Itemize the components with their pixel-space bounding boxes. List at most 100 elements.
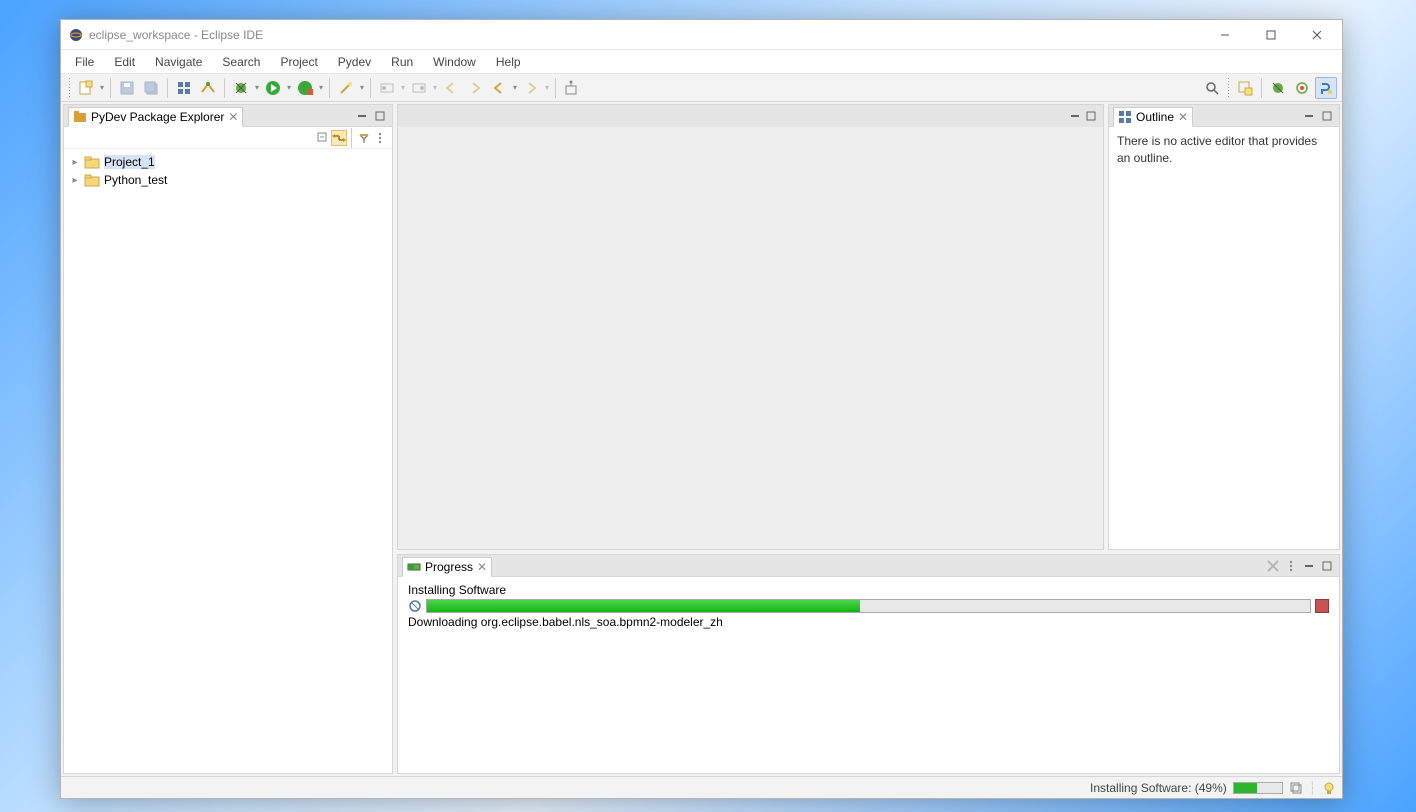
outline-header: Outline ✕: [1109, 105, 1339, 127]
nav-prev-edit-button[interactable]: [440, 77, 462, 99]
outline-message: There is no active editor that provides …: [1109, 127, 1339, 173]
coverage-button[interactable]: [294, 77, 316, 99]
close-icon[interactable]: ✕: [228, 110, 238, 124]
explorer-toolbar: [64, 127, 392, 149]
menu-window[interactable]: Window: [423, 51, 486, 73]
nav-back-button[interactable]: [488, 77, 510, 99]
minimize-view-button[interactable]: [354, 108, 370, 124]
nav-forward-dropdown[interactable]: ▾: [543, 83, 551, 92]
tree-item-label: Project_1: [104, 155, 155, 169]
menu-edit[interactable]: Edit: [104, 51, 145, 73]
menu-search[interactable]: Search: [212, 51, 270, 73]
minimize-view-button[interactable]: [1301, 108, 1317, 124]
progress-header: Progress ✕: [398, 555, 1339, 577]
nav-forward-button[interactable]: [520, 77, 542, 99]
view-menu-button[interactable]: [372, 130, 388, 146]
status-text[interactable]: Installing Software: (49%): [1090, 781, 1227, 795]
new-dropdown[interactable]: ▾: [98, 83, 106, 92]
search-prop-button[interactable]: [376, 77, 398, 99]
nav-back-dropdown[interactable]: ▾: [511, 83, 519, 92]
module-view-button[interactable]: [173, 77, 195, 99]
open-perspective-button[interactable]: [1234, 77, 1256, 99]
remove-all-finished-button[interactable]: [1265, 558, 1281, 574]
chevron-right-icon[interactable]: ▸: [70, 157, 80, 168]
tip-of-the-day-icon[interactable]: [1322, 781, 1336, 795]
outline-pane: Outline ✕ There is no active editor that…: [1108, 104, 1340, 550]
menu-run[interactable]: Run: [381, 51, 423, 73]
search-prop2-dropdown[interactable]: ▾: [431, 83, 439, 92]
project-tree[interactable]: ▸ Project_1 ▸ Python_test: [64, 149, 392, 193]
pydev-perspective-button[interactable]: [1315, 77, 1337, 99]
maximize-view-button[interactable]: [1319, 558, 1335, 574]
search-icon[interactable]: [1201, 77, 1223, 99]
tree-item-project-1[interactable]: ▸ Project_1: [68, 153, 388, 171]
cancel-task-button[interactable]: [1315, 599, 1329, 613]
coverage-dropdown[interactable]: ▾: [317, 83, 325, 92]
minimize-button[interactable]: [1202, 20, 1248, 50]
eclipse-window: eclipse_workspace - Eclipse IDE File Edi…: [60, 19, 1343, 799]
close-icon[interactable]: ✕: [477, 560, 487, 574]
progress-body: Installing Software Downloading org.ecli…: [398, 577, 1339, 635]
close-icon[interactable]: ✕: [1178, 110, 1188, 124]
toolbar-sep: [351, 128, 352, 148]
wand-button[interactable]: [335, 77, 357, 99]
save-button[interactable]: [116, 77, 138, 99]
new-button[interactable]: [75, 77, 97, 99]
titlebar[interactable]: eclipse_workspace - Eclipse IDE: [61, 20, 1342, 50]
outline-icon: [1118, 110, 1132, 124]
maximize-editor-button[interactable]: [1083, 108, 1099, 124]
progress-icon: [407, 560, 421, 574]
top-row: Outline ✕ There is no active editor that…: [397, 104, 1340, 550]
menu-project[interactable]: Project: [270, 51, 327, 73]
minimize-editor-button[interactable]: [1067, 108, 1083, 124]
close-button[interactable]: [1294, 20, 1340, 50]
outline-tab[interactable]: Outline ✕: [1113, 107, 1193, 127]
package-explorer-icon: [73, 110, 87, 124]
view-menu-button[interactable]: [1283, 558, 1299, 574]
status-bar: Installing Software: (49%) ┆: [61, 776, 1342, 798]
menu-navigate[interactable]: Navigate: [145, 51, 212, 73]
main-toolbar: ▾ ▾ ▾ ▾ ▾ ▾ ▾ ▾ ▾: [61, 74, 1342, 102]
folder-icon: [84, 173, 100, 187]
progress-pane: Progress ✕ Installing Software: [397, 554, 1340, 774]
search-prop-dropdown[interactable]: ▾: [399, 83, 407, 92]
collapse-all-button[interactable]: [315, 130, 331, 146]
progress-tab[interactable]: Progress ✕: [402, 557, 492, 577]
debug-perspective-button[interactable]: [1267, 77, 1289, 99]
outline-title: Outline: [1136, 110, 1174, 124]
toolbar-grip: [69, 78, 70, 98]
wand-dropdown[interactable]: ▾: [358, 83, 366, 92]
debug-button[interactable]: [230, 77, 252, 99]
tree-item-label: Python_test: [104, 173, 167, 187]
pin-editor-button[interactable]: [561, 77, 583, 99]
debug-dropdown[interactable]: ▾: [253, 83, 261, 92]
run-dropdown[interactable]: ▾: [285, 83, 293, 92]
open-type-button[interactable]: [197, 77, 219, 99]
toolbar-sep: [370, 78, 371, 98]
save-all-button[interactable]: [140, 77, 162, 99]
menu-file[interactable]: File: [65, 51, 104, 73]
filters-button[interactable]: [356, 130, 372, 146]
maximize-button[interactable]: [1248, 20, 1294, 50]
link-with-editor-button[interactable]: [331, 130, 347, 146]
chevron-right-icon[interactable]: ▸: [70, 175, 80, 186]
package-explorer-header: PyDev Package Explorer ✕: [64, 105, 392, 127]
package-explorer-tab[interactable]: PyDev Package Explorer ✕: [68, 107, 243, 127]
status-progress-bar[interactable]: [1233, 782, 1283, 794]
run-button[interactable]: [262, 77, 284, 99]
search-prop2-button[interactable]: [408, 77, 430, 99]
minimize-view-button[interactable]: [1301, 558, 1317, 574]
menu-pydev[interactable]: Pydev: [328, 51, 381, 73]
maximize-view-button[interactable]: [372, 108, 388, 124]
toolbar-sep: [167, 78, 168, 98]
menu-help[interactable]: Help: [486, 51, 531, 73]
nav-next-edit-button[interactable]: [464, 77, 486, 99]
maximize-view-button[interactable]: [1319, 108, 1335, 124]
tree-item-python-test[interactable]: ▸ Python_test: [68, 171, 388, 189]
package-explorer-pane: PyDev Package Explorer ✕ ▸ P: [63, 104, 393, 774]
toolbar-sep: [224, 78, 225, 98]
window-title: eclipse_workspace - Eclipse IDE: [89, 28, 1202, 42]
editor-area[interactable]: [397, 104, 1104, 550]
debug-perspective2-button[interactable]: [1291, 77, 1313, 99]
show-progress-view-button[interactable]: [1289, 781, 1303, 795]
